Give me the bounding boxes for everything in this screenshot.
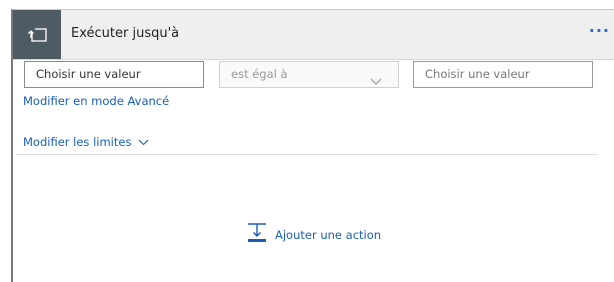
more-options-button[interactable]: ··· bbox=[589, 23, 610, 39]
right-value-input[interactable]: Choisir une valeur bbox=[413, 61, 593, 88]
left-value-input[interactable]: Choisir une valeur bbox=[24, 61, 204, 88]
advanced-mode-link[interactable]: Modifier en mode Avancé bbox=[23, 94, 169, 108]
operator-label: est égal à bbox=[231, 67, 288, 81]
divider bbox=[16, 154, 598, 155]
card-title: Exécuter jusqu'à bbox=[71, 26, 180, 41]
add-action-icon bbox=[246, 222, 268, 247]
loop-until-icon bbox=[13, 10, 61, 59]
operator-select[interactable]: est égal à bbox=[219, 61, 399, 88]
card-header[interactable]: Exécuter jusqu'à ··· bbox=[13, 10, 614, 60]
add-action-button[interactable]: Ajouter une action bbox=[246, 222, 381, 247]
edit-limits-link[interactable]: Modifier les limites bbox=[23, 135, 149, 149]
chevron-down-icon bbox=[370, 70, 382, 95]
edit-limits-label: Modifier les limites bbox=[23, 135, 132, 149]
add-action-label: Ajouter une action bbox=[275, 227, 382, 242]
chevron-down-icon bbox=[138, 139, 149, 146]
